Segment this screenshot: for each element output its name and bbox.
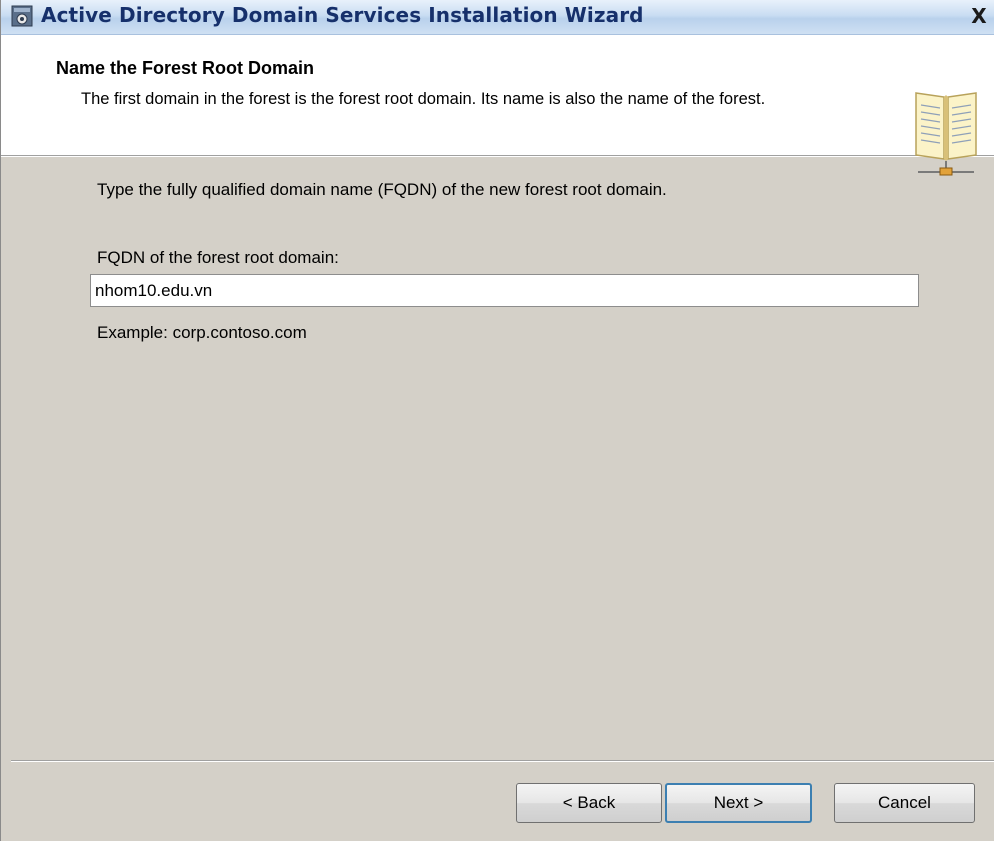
close-icon[interactable]: X: [967, 5, 991, 27]
page-title: Name the Forest Root Domain: [56, 58, 315, 78]
wizard-window: Active Directory Domain Services Install…: [0, 0, 994, 841]
back-button[interactable]: < Back: [516, 783, 662, 823]
fqdn-label: FQDN of the forest root domain:: [97, 248, 339, 267]
page-subtitle: The first domain in the forest is the fo…: [81, 90, 766, 108]
ad-wizard-icon: [11, 5, 33, 27]
next-button[interactable]: Next >: [665, 783, 812, 823]
wizard-content: Type the fully qualified domain name (FQ…: [1, 156, 994, 760]
window-title: Active Directory Domain Services Install…: [41, 3, 644, 27]
footer-divider: [11, 760, 994, 762]
wizard-header: Name the Forest Root Domain The first do…: [1, 35, 994, 176]
title-bar[interactable]: Active Directory Domain Services Install…: [1, 0, 994, 35]
cancel-button[interactable]: Cancel: [834, 783, 975, 823]
instruction-text: Type the fully qualified domain name (FQ…: [97, 180, 667, 199]
example-text: Example: corp.contoso.com: [97, 323, 307, 342]
fqdn-input[interactable]: [90, 274, 919, 307]
